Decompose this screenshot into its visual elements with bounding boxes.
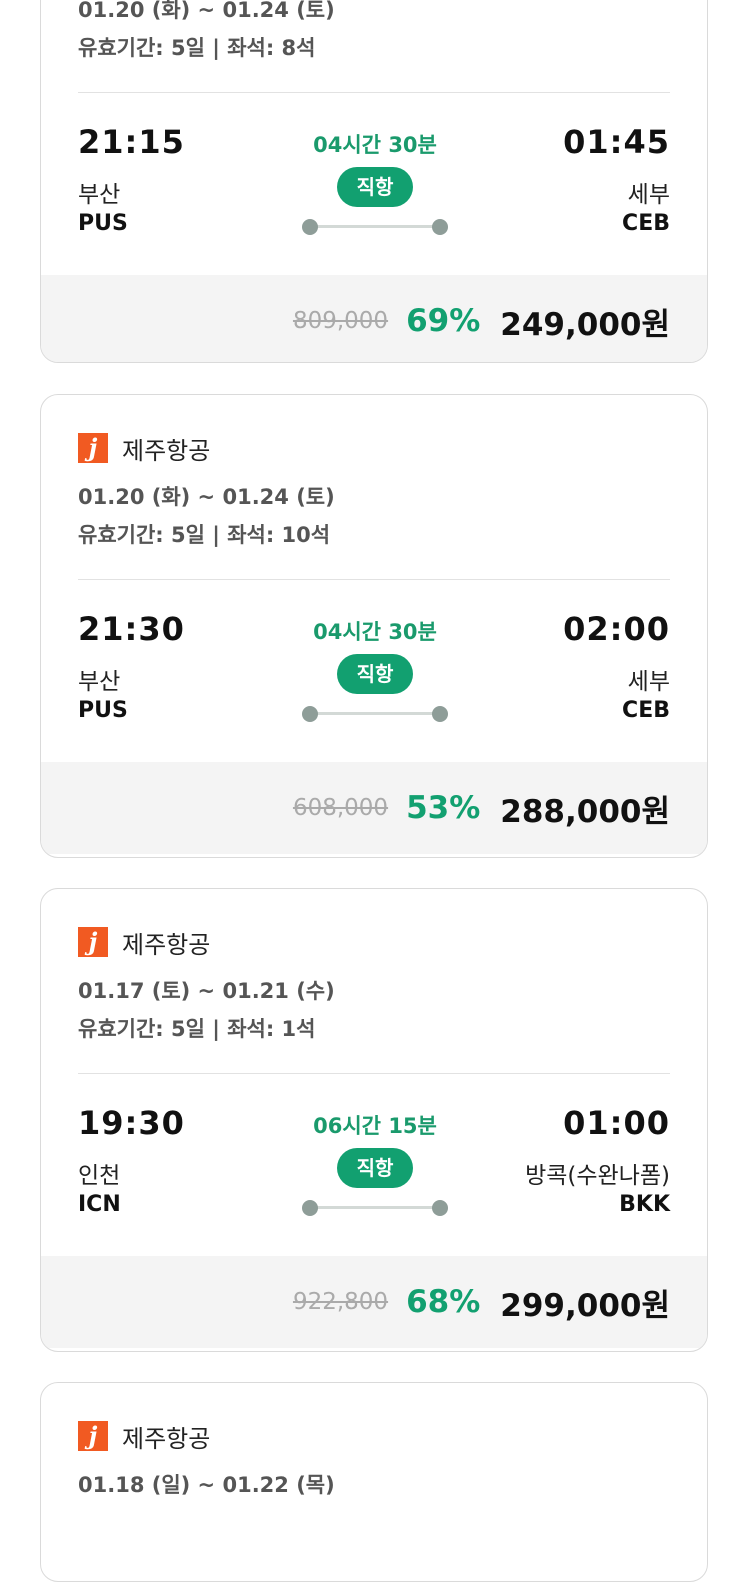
departure-code: ICN [78,1192,121,1217]
original-price: 922,800 [292,1289,389,1315]
departure-code: PUS [78,698,128,723]
airline-row: j 제주항공 [78,926,670,959]
price-bar: 809,000 69% 249,000원 [41,275,707,362]
departure-code: PUS [78,211,128,236]
travel-dates: 01.20 (화) ~ 01.24 (토) [78,485,335,509]
jeju-air-logo-icon: j [78,433,108,463]
flight-route: 19:30 인천 ICN 06시간 15분 직항 01:00 방콕(수완나폼) … [41,1074,707,1256]
arrival-time: 01:45 [563,123,670,161]
route-line [310,712,440,715]
airline-row: j 제주항공 [78,1420,670,1453]
travel-dates: 01.18 (일) ~ 01.22 (목) [78,1473,335,1497]
arrival-city: 세부 [627,182,670,208]
discount-rate: 69% [406,303,481,339]
direct-badge: 직항 [337,167,413,207]
final-price: 299,000원 [500,1287,670,1324]
arrival-code: CEB [622,211,670,236]
route-start-dot [302,706,318,722]
route-start-dot [302,219,318,235]
airline-name: 제주항공 [122,1424,211,1453]
final-price: 249,000원 [500,306,670,343]
route-end-dot [432,706,448,722]
original-price: 608,000 [292,795,389,821]
price-bar: 608,000 53% 288,000원 [41,762,707,854]
travel-dates: 01.17 (토) ~ 01.21 (수) [78,979,335,1003]
jeju-air-logo-icon: j [78,927,108,957]
arrival-code: CEB [622,698,670,723]
flight-route: 21:30 부산 PUS 04시간 30분 직항 02:00 세부 CEB [41,580,707,762]
direct-badge: 직항 [337,654,413,694]
airline-name: 제주항공 [122,930,211,959]
discount-rate: 53% [406,790,481,826]
departure-city: 부산 [78,669,121,695]
route-end-dot [432,1200,448,1216]
arrival-city: 세부 [627,669,670,695]
flight-route: 21:15 부산 PUS 04시간 30분 직항 01:45 세부 CEB [41,93,707,275]
route-start-dot [302,1200,318,1216]
arrival-city: 방콕(수완나폼) [525,1163,670,1189]
jeju-air-logo-icon: j [78,1421,108,1451]
flight-card[interactable]: j 제주항공 01.18 (일) ~ 01.22 (목) [40,1382,708,1582]
airline-row: j 제주항공 [78,432,670,465]
airline-name: 제주항공 [122,436,211,465]
arrival-time: 01:00 [563,1104,670,1142]
travel-dates: 01.20 (화) ~ 01.24 (토) [78,0,335,22]
validity-seats: 유효기간: 5일 | 좌석: 1석 [78,1017,316,1041]
original-price: 809,000 [292,308,389,334]
departure-city: 부산 [78,182,121,208]
route-line [310,225,440,228]
validity-seats: 유효기간: 5일 | 좌석: 10석 [78,523,331,547]
route-line [310,1206,440,1209]
final-price: 288,000원 [500,793,670,830]
flight-card[interactable]: 01.20 (화) ~ 01.24 (토) 유효기간: 5일 | 좌석: 8석 … [40,0,708,363]
discount-rate: 68% [406,1284,481,1320]
direct-badge: 직항 [337,1148,413,1188]
flight-card[interactable]: j 제주항공 01.17 (토) ~ 01.21 (수) 유효기간: 5일 | … [40,888,708,1352]
departure-city: 인천 [78,1163,121,1189]
arrival-code: BKK [619,1192,670,1217]
route-end-dot [432,219,448,235]
validity-seats: 유효기간: 5일 | 좌석: 8석 [78,36,316,60]
arrival-time: 02:00 [563,610,670,648]
price-bar: 922,800 68% 299,000원 [41,1256,707,1348]
flight-card[interactable]: j 제주항공 01.20 (화) ~ 01.24 (토) 유효기간: 5일 | … [40,394,708,858]
